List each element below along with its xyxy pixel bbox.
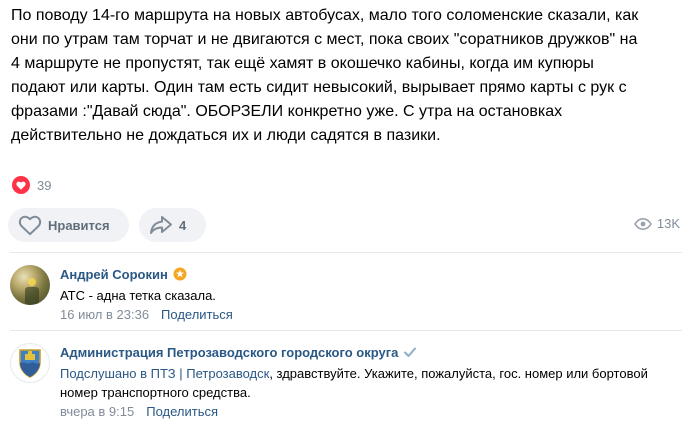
eye-icon	[633, 217, 652, 230]
share-arrow-icon	[150, 216, 172, 234]
avatar-photo-image	[25, 278, 39, 305]
comment-share-link[interactable]: Поделиться	[161, 307, 233, 322]
divider	[10, 252, 682, 253]
reply-to-link[interactable]: Подслушано в ПТЗ | Петрозаводск	[60, 366, 269, 381]
share-count: 4	[179, 217, 187, 233]
post-action-bar: Нравится 4 13K	[8, 208, 684, 244]
heart-outline-icon	[18, 215, 42, 236]
avatar[interactable]	[10, 265, 50, 305]
share-button[interactable]: 4	[139, 208, 206, 242]
comment-author[interactable]: Администрация Петрозаводского городского…	[60, 345, 398, 360]
comment-text: Подслушано в ПТЗ | Петрозаводск, здравст…	[60, 364, 680, 402]
city-emblem-icon	[19, 349, 41, 378]
verified-check-icon	[403, 346, 417, 358]
star-badge-icon[interactable]	[173, 267, 187, 281]
like-label: Нравится	[48, 217, 110, 233]
heart-icon	[12, 176, 30, 194]
views-counter: 13K	[633, 216, 680, 231]
views-count: 13K	[656, 216, 680, 231]
comment-text: АТС - адна тетка сказала.	[60, 288, 216, 303]
post-text: По поводу 14-го маршрута на новых автобу…	[11, 7, 639, 144]
comment-date[interactable]: 16 июл в 23:36	[60, 307, 149, 322]
like-button[interactable]: Нравится	[8, 208, 129, 242]
divider	[10, 330, 682, 331]
reactions-summary[interactable]: 39	[12, 176, 51, 194]
avatar[interactable]	[10, 343, 50, 383]
comment-date[interactable]: вчера в 9:15	[60, 404, 134, 419]
comment-author[interactable]: Андрей Сорокин	[60, 267, 168, 282]
comment-share-link[interactable]: Поделиться	[146, 404, 218, 419]
reactions-count: 39	[37, 177, 52, 193]
